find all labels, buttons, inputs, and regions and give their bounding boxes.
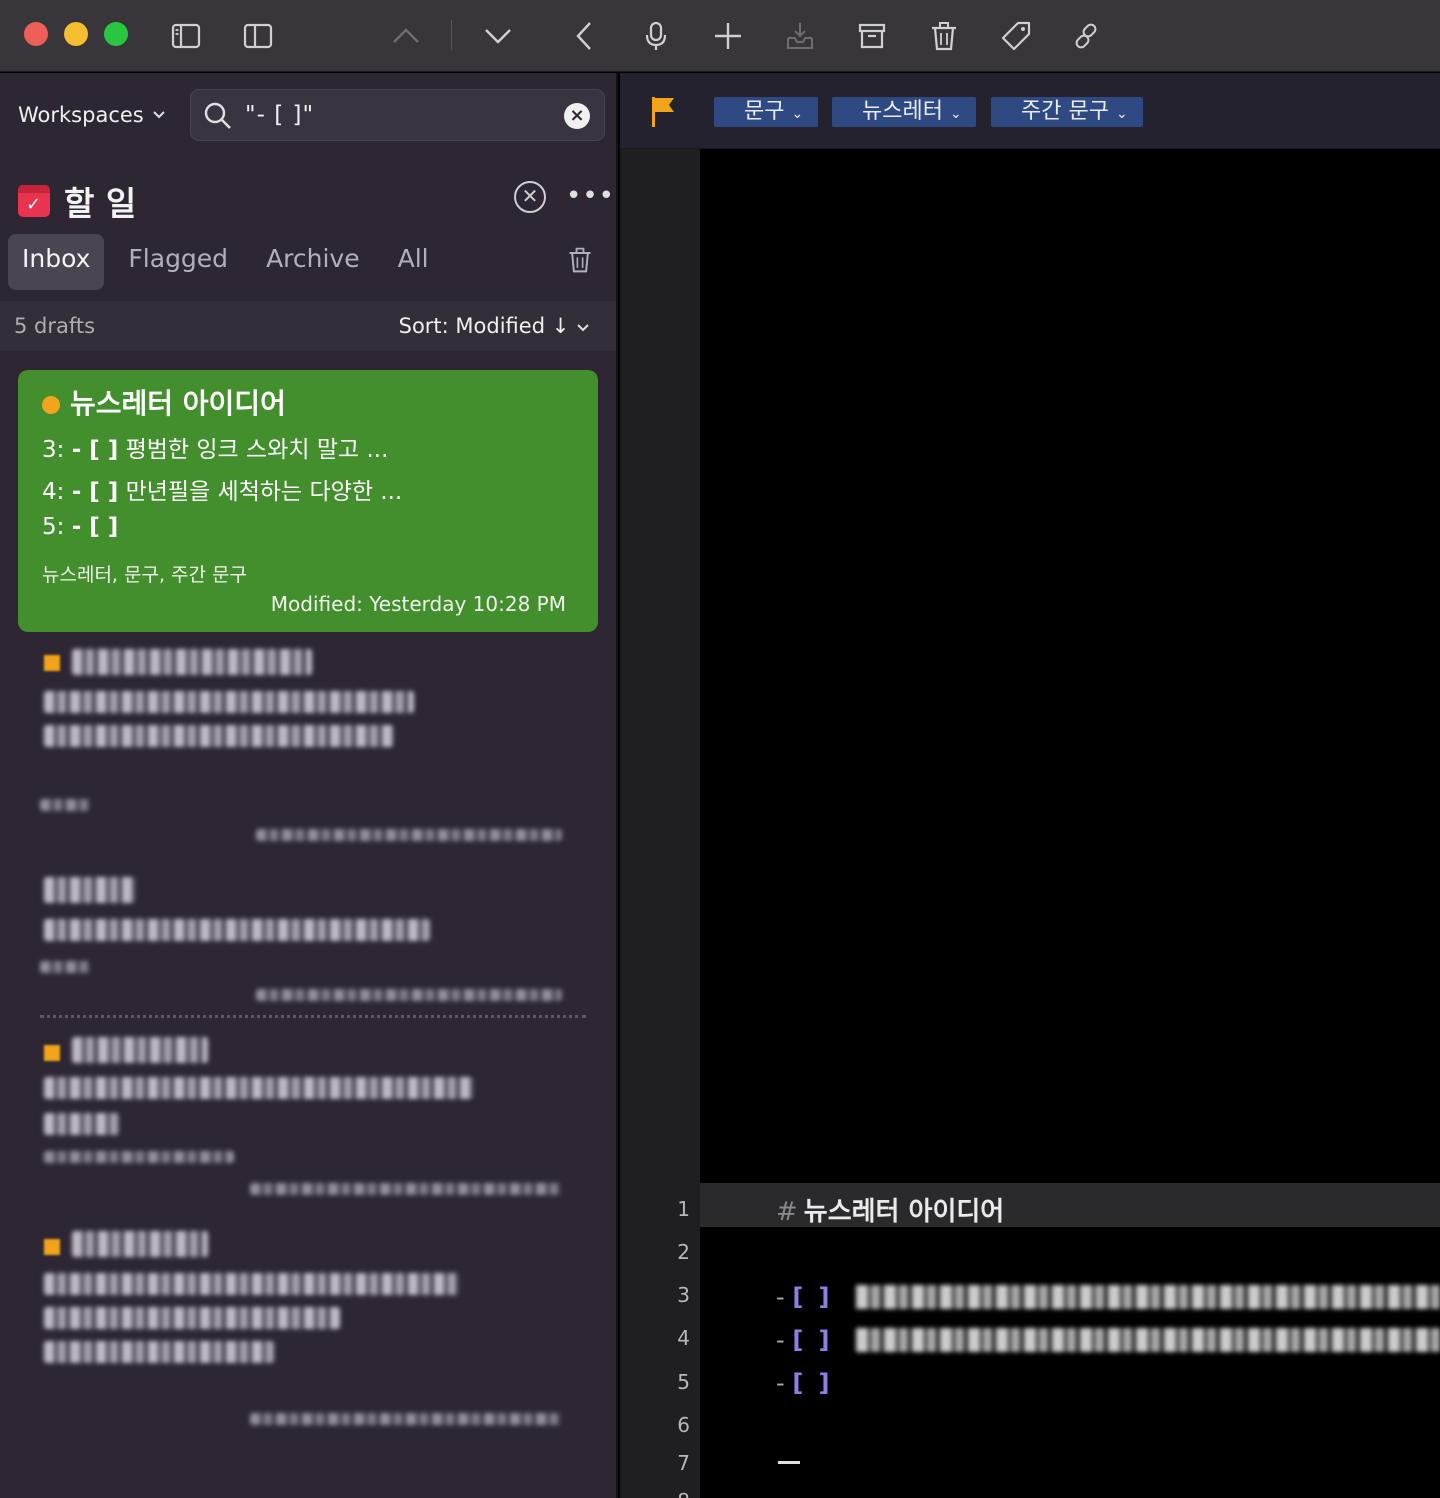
blurred-line bbox=[44, 1273, 460, 1295]
flag-icon[interactable] bbox=[650, 95, 676, 133]
blurred-line bbox=[44, 1077, 474, 1099]
archive-icon[interactable] bbox=[850, 14, 894, 58]
toolbar-divider bbox=[451, 20, 452, 50]
sidebar-left-icon[interactable] bbox=[164, 14, 208, 58]
blurred-tags bbox=[44, 1151, 234, 1163]
blurred-modified bbox=[250, 1183, 562, 1195]
tab-inbox[interactable]: Inbox bbox=[8, 234, 105, 290]
plus-icon[interactable] bbox=[706, 14, 750, 58]
blurred-line bbox=[44, 919, 430, 941]
clear-search-button[interactable]: × bbox=[564, 103, 590, 129]
line-number: 6 bbox=[677, 1413, 690, 1437]
workspace-header: ✓ 할 일 bbox=[18, 177, 136, 225]
tag-pill[interactable]: 문구 ⌄ bbox=[714, 97, 818, 127]
draft-tags: 뉴스레터, 문구, 주간 문구 bbox=[42, 564, 247, 586]
window-toolbar bbox=[0, 0, 1440, 72]
tab-all[interactable]: All bbox=[384, 234, 443, 290]
draft-match-line: 5: - [ ] bbox=[42, 514, 119, 540]
trash-icon[interactable] bbox=[922, 14, 966, 58]
line-number: 4 bbox=[677, 1326, 690, 1350]
tab-archive[interactable]: Archive bbox=[252, 234, 374, 290]
sort-menu[interactable]: Sort: Modified ↓ bbox=[399, 314, 590, 338]
list-item[interactable]: 뉴스레터 아이디어 3: - [ ] 평범한 잉크 스와치 말고 ... 4: … bbox=[18, 370, 598, 632]
task-line[interactable]: - [ ] bbox=[776, 1326, 830, 1354]
tag-pill[interactable]: 주간 문구 ⌄ bbox=[991, 97, 1143, 127]
link-icon[interactable] bbox=[1064, 14, 1108, 58]
draft-count: 5 drafts bbox=[14, 314, 96, 338]
flag-dot-icon bbox=[42, 396, 60, 414]
workspaces-label: Workspaces bbox=[18, 103, 144, 127]
blurred-line bbox=[44, 1113, 120, 1135]
flag-icon bbox=[44, 655, 60, 671]
calendar-icon: ✓ bbox=[18, 185, 50, 217]
line-number: 2 bbox=[677, 1240, 690, 1264]
blurred-title bbox=[72, 649, 312, 675]
blurred-modified bbox=[256, 989, 562, 1001]
minimize-window-button[interactable] bbox=[64, 22, 88, 46]
draft-match-line: 4: - [ ] 만년필을 세척하는 다양한 ... bbox=[42, 479, 403, 505]
blurred-tags bbox=[40, 961, 90, 973]
flag-icon bbox=[44, 1239, 60, 1255]
flag-icon bbox=[44, 1045, 60, 1061]
blurred-title bbox=[72, 1037, 208, 1063]
sort-label: Sort: Modified ↓ bbox=[398, 314, 570, 338]
blurred-title bbox=[44, 877, 136, 903]
drafts-sidebar: Workspaces "- [ ]" × ✓ 할 일 ✕ ••• Inbox F… bbox=[0, 73, 618, 1498]
draft-modified: Modified: Yesterday 10:28 PM bbox=[270, 592, 566, 616]
blurred-modified bbox=[256, 829, 562, 841]
line-number-gutter: 1 2 3 4 5 6 7 8 bbox=[620, 149, 700, 1498]
task-line[interactable]: - [ ] bbox=[776, 1369, 830, 1397]
blurred-line bbox=[44, 1307, 340, 1329]
chevron-down-icon bbox=[153, 111, 165, 119]
back-icon[interactable] bbox=[562, 14, 606, 58]
chevron-down-icon: ⌄ bbox=[791, 106, 804, 122]
microphone-icon[interactable] bbox=[634, 14, 678, 58]
search-input[interactable]: "- [ ]" × bbox=[190, 89, 605, 141]
chevron-down-icon bbox=[577, 324, 589, 332]
blurred-task-text bbox=[856, 1328, 1440, 1352]
filter-tabs: Inbox Flagged Archive All bbox=[8, 234, 453, 290]
zoom-window-button[interactable] bbox=[104, 22, 128, 46]
blurred-task-text bbox=[856, 1285, 1440, 1309]
blurred-line bbox=[44, 1341, 274, 1363]
blurred-line bbox=[44, 725, 394, 747]
blurred-line bbox=[44, 691, 414, 713]
line-number: 3 bbox=[677, 1283, 690, 1307]
tag-pill[interactable]: 뉴스레터 ⌄ bbox=[832, 97, 976, 127]
sidebar-right-icon[interactable] bbox=[236, 14, 280, 58]
draft-title: 뉴스레터 아이디어 bbox=[42, 382, 574, 422]
draft-match-line: 3: - [ ] 평범한 잉크 스와치 말고 ... bbox=[42, 437, 389, 463]
blurred-tags bbox=[40, 799, 90, 811]
list-divider bbox=[40, 1015, 586, 1018]
search-icon bbox=[204, 102, 231, 129]
search-query: "- [ ]" bbox=[245, 102, 315, 128]
more-options-icon[interactable]: ••• bbox=[566, 181, 615, 211]
list-status-bar: 5 drafts Sort: Modified ↓ bbox=[0, 301, 616, 351]
blurred-modified bbox=[250, 1413, 562, 1425]
close-workspace-icon[interactable]: ✕ bbox=[514, 181, 546, 213]
inbox-icon[interactable] bbox=[778, 14, 822, 58]
line-number: 7 bbox=[677, 1451, 690, 1475]
trash-icon[interactable] bbox=[566, 245, 594, 279]
tag-icon[interactable] bbox=[994, 14, 1038, 58]
close-window-button[interactable] bbox=[24, 22, 48, 46]
workspace-title: 할 일 bbox=[64, 184, 137, 223]
chevron-down-icon: ⌄ bbox=[949, 106, 962, 122]
blurred-title bbox=[72, 1231, 208, 1257]
editor-tag-bar: 문구 ⌄ 뉴스레터 ⌄ 주간 문구 ⌄ bbox=[620, 73, 1440, 149]
tab-flagged[interactable]: Flagged bbox=[114, 234, 242, 290]
line-number: 8 bbox=[620, 1489, 690, 1498]
editor-heading[interactable]: # 뉴스레터 아이디어 bbox=[776, 1191, 1004, 1228]
chevron-up-icon[interactable] bbox=[384, 14, 428, 58]
text-cursor bbox=[778, 1461, 800, 1464]
editor-pane: 문구 ⌄ 뉴스레터 ⌄ 주간 문구 ⌄ 1 2 3 4 5 6 7 8 #뉴스레… bbox=[620, 73, 1440, 1498]
chevron-down-icon: ⌄ bbox=[1115, 106, 1128, 122]
task-line[interactable]: - [ ] bbox=[776, 1283, 830, 1311]
chevron-down-icon[interactable] bbox=[476, 14, 520, 58]
line-number: 5 bbox=[677, 1370, 690, 1394]
workspaces-menu[interactable]: Workspaces bbox=[18, 103, 166, 127]
line-number: 1 bbox=[677, 1197, 690, 1221]
